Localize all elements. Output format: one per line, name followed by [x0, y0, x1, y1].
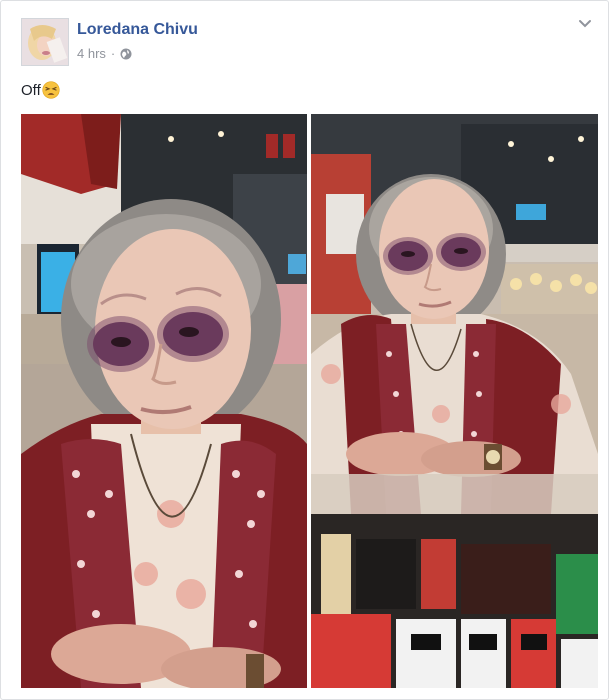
tired-face-emoji [42, 81, 60, 99]
post-caption: Off [21, 81, 60, 99]
author-name-link[interactable]: Loredana Chivu [77, 21, 198, 39]
post-meta: 4 hrs · [77, 46, 132, 61]
globe-icon[interactable] [120, 48, 132, 60]
avatar[interactable] [21, 18, 69, 66]
post-card: Loredana Chivu 4 hrs · Off [0, 0, 609, 700]
separator-dot: · [110, 46, 116, 61]
timestamp-link[interactable]: 4 hrs [77, 46, 106, 61]
photo-elderly-woman-closeup [21, 114, 307, 688]
photo-right[interactable] [311, 114, 598, 688]
photo-elderly-woman-at-kiosk [311, 114, 598, 688]
photo-left[interactable] [21, 114, 307, 688]
chevron-down-icon[interactable] [578, 19, 592, 29]
caption-text: Off [21, 81, 41, 99]
